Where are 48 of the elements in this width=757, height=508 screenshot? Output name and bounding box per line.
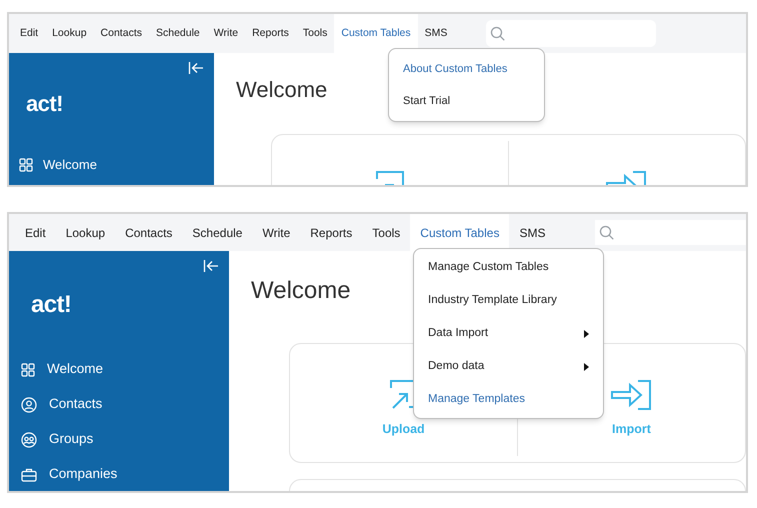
menu-item[interactable]: Schedule	[182, 214, 252, 251]
menu-option[interactable]: Start Trial	[389, 85, 544, 117]
menu-item[interactable]: SMS	[418, 14, 454, 53]
menu-option[interactable]: Data Import	[414, 317, 603, 350]
briefcase-icon	[21, 468, 37, 482]
search-icon	[490, 26, 506, 41]
person-icon	[21, 396, 37, 412]
menu-item[interactable]: Edit	[13, 14, 46, 53]
menu-item[interactable]: Write	[206, 14, 246, 53]
sidebar-item[interactable]: Groups	[21, 429, 118, 450]
sidebar-item[interactable]: Companies	[21, 464, 118, 485]
menu-item[interactable]: Reports	[300, 214, 362, 251]
page-title: Welcome	[251, 276, 351, 306]
menu-item[interactable]: Edit	[15, 214, 56, 251]
menu-item[interactable]: SMS	[509, 214, 556, 251]
search-field[interactable]	[486, 20, 656, 47]
collapse-icon[interactable]	[188, 61, 204, 75]
page-title: Welcome	[236, 76, 328, 104]
grid-icon	[19, 158, 33, 172]
menu-item[interactable]: Custom Tables	[334, 14, 418, 53]
group-icon	[21, 432, 37, 448]
menu-item[interactable]: Tools	[362, 214, 410, 251]
submenu-arrow-icon	[584, 330, 589, 338]
sidebar-item[interactable]: Contacts	[21, 394, 118, 415]
menu-item[interactable]: Write	[252, 214, 300, 251]
grid-icon	[21, 362, 35, 376]
menu-item[interactable]: Contacts	[115, 214, 182, 251]
submenu-arrow-icon	[584, 362, 589, 370]
logo: act!	[31, 290, 72, 320]
menu-item[interactable]: Custom Tables	[410, 214, 510, 251]
menu-option[interactable]: Manage Templates	[414, 383, 603, 416]
menu-item[interactable]: Tools	[296, 14, 334, 53]
menu-item[interactable]: Lookup	[56, 214, 116, 251]
menu-option[interactable]: Industry Template Library	[414, 284, 603, 317]
menu-option[interactable]: About Custom Tables	[389, 53, 544, 85]
menu-item[interactable]: Reports	[245, 14, 296, 53]
search-icon	[599, 225, 614, 240]
menu-option[interactable]: Manage Custom Tables	[414, 251, 603, 284]
import-icon	[610, 378, 654, 412]
menu-item[interactable]: Contacts	[94, 14, 149, 53]
menu-item[interactable]: Schedule	[148, 14, 207, 53]
logo: act!	[26, 90, 63, 118]
sidebar-item[interactable]: Welcome	[19, 155, 97, 174]
collapse-icon[interactable]	[203, 259, 219, 273]
menu-option[interactable]: Demo data	[414, 350, 603, 383]
search-field[interactable]	[595, 220, 746, 245]
sidebar-item[interactable]: Welcome	[21, 359, 118, 380]
menu-item[interactable]: Lookup	[45, 14, 94, 53]
